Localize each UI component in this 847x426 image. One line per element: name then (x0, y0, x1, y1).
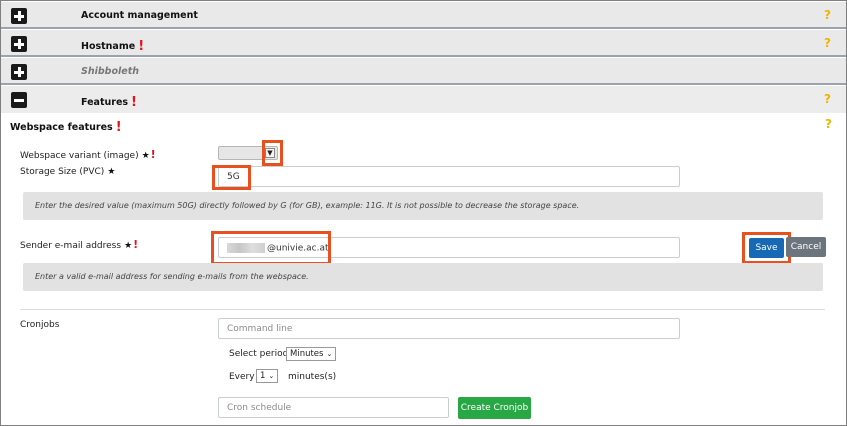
accordion-hostname[interactable]: Hostname! ? (1, 30, 846, 57)
highlight-email-value (211, 231, 331, 265)
required-icon: ! (131, 95, 137, 110)
accordion-title: Hostname! (81, 39, 145, 54)
highlight-save-button (742, 232, 791, 264)
accordion-features[interactable]: Features! ? (1, 86, 846, 113)
help-icon[interactable]: ? (824, 8, 831, 22)
cron-schedule-input[interactable]: Cron schedule (218, 397, 449, 418)
cancel-button[interactable]: Cancel (786, 237, 826, 257)
cronjobs-label: Cronjobs (20, 320, 60, 330)
expand-plus-icon[interactable] (11, 36, 27, 52)
period-select[interactable]: Minutes ⌄ (286, 347, 337, 361)
period-label: Select period: (229, 349, 292, 359)
required-icon: ! (133, 238, 139, 251)
required-icon: ! (150, 148, 156, 161)
star-icon: ★ (124, 241, 133, 251)
email-hint: Enter a valid e-mail address for sending… (23, 263, 823, 291)
storage-hint: Enter the desired value (maximum 50G) di… (23, 192, 823, 220)
accordion-account-management[interactable]: Account management ? (1, 2, 846, 29)
collapse-minus-icon[interactable] (11, 92, 27, 108)
accordion-title: Features! (81, 95, 137, 110)
star-icon: ★ (141, 151, 150, 161)
section-title: Webspace features! (10, 120, 122, 135)
every-label: Every (229, 372, 255, 382)
required-icon: ! (138, 39, 145, 54)
chevron-down-icon: ⌄ (326, 350, 333, 358)
help-icon[interactable]: ? (825, 117, 832, 131)
chevron-down-icon: ⌄ (268, 372, 275, 380)
star-icon: ★ (107, 167, 116, 177)
highlight-storage-value (212, 165, 251, 190)
help-icon[interactable]: ? (824, 92, 831, 106)
accordion-shibboleth[interactable]: Shibboleth (1, 58, 846, 85)
help-icon[interactable]: ? (824, 36, 831, 50)
minutes-unit-label: minutes(s) (288, 372, 337, 382)
accordion-title: Shibboleth (81, 66, 139, 77)
create-cronjob-button[interactable]: Create Cronjob (458, 397, 531, 419)
expand-plus-icon[interactable] (11, 64, 27, 80)
storage-label: Storage Size (PVC) ★ (20, 167, 116, 177)
required-icon: ! (115, 120, 122, 135)
every-select[interactable]: 1 ⌄ (256, 369, 279, 383)
highlight-variant-dropdown (262, 140, 283, 166)
divider (20, 309, 825, 310)
expand-plus-icon[interactable] (11, 8, 27, 24)
cron-command-input[interactable]: Command line (218, 318, 680, 339)
accordion-title: Account management (81, 10, 198, 21)
email-label: Sender e-mail address ★! (20, 238, 139, 251)
storage-input[interactable]: 5G (218, 166, 680, 187)
variant-label: Webspace variant (image) ★! (20, 148, 156, 161)
